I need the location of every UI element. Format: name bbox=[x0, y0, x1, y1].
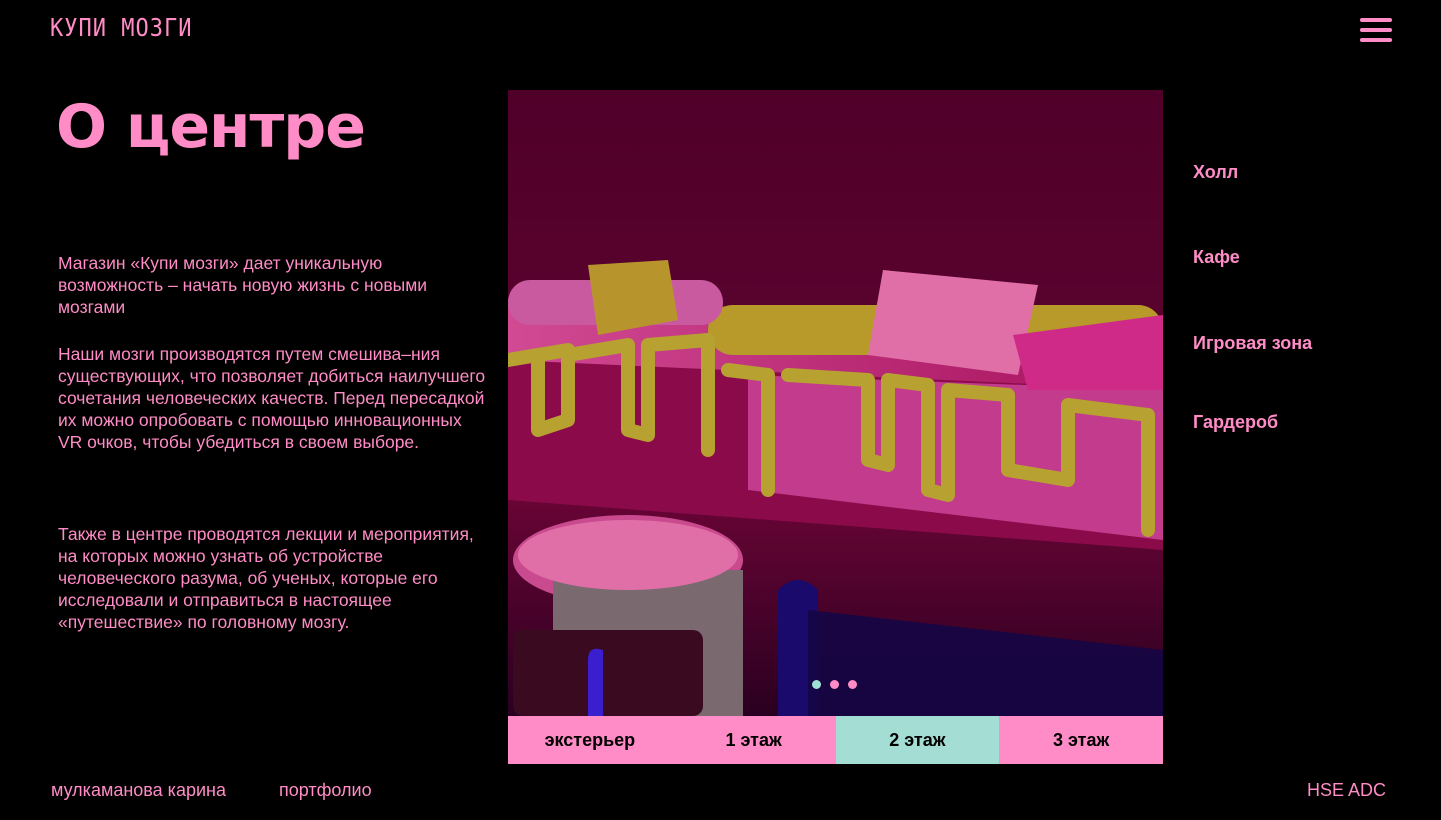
hamburger-menu-icon[interactable] bbox=[1360, 18, 1392, 42]
production-paragraph: Наши мозги производятся путем смешива–ни… bbox=[58, 344, 486, 452]
site-logo[interactable]: КУПИ МОЗГИ bbox=[50, 14, 192, 43]
slide-dot-2[interactable] bbox=[830, 680, 839, 689]
slide-indicator bbox=[812, 680, 857, 689]
tab-floor-1[interactable]: 1 этаж bbox=[671, 716, 836, 764]
zone-hall[interactable]: Холл bbox=[1193, 162, 1238, 183]
tab-floor-3[interactable]: 3 этаж bbox=[999, 716, 1163, 764]
footer-portfolio[interactable]: портфолио bbox=[279, 780, 372, 801]
page-title: О центре bbox=[56, 92, 366, 162]
zone-cafe[interactable]: Кафе bbox=[1193, 247, 1240, 268]
tab-exterior[interactable]: экстерьер bbox=[508, 716, 672, 764]
tab-floor-2[interactable]: 2 этаж bbox=[835, 716, 1000, 764]
events-paragraph: Также в центре проводятся лекции и мероп… bbox=[58, 524, 474, 632]
zone-wardrobe[interactable]: Гардероб bbox=[1193, 412, 1278, 433]
intro-paragraph: Магазин «Купи мозги» дает уникальную воз… bbox=[58, 253, 428, 317]
slide-dot-3[interactable] bbox=[848, 680, 857, 689]
floor-tabs: экстерьер 1 этаж 2 этаж 3 этаж bbox=[508, 716, 1163, 764]
footer-author[interactable]: мулкаманова карина bbox=[51, 780, 226, 801]
interior-render bbox=[508, 90, 1163, 716]
gallery-image bbox=[508, 90, 1163, 716]
zone-game[interactable]: Игровая зона bbox=[1193, 333, 1312, 354]
slide-dot-1[interactable] bbox=[812, 680, 821, 689]
footer-school[interactable]: HSE ADC bbox=[1307, 780, 1386, 801]
